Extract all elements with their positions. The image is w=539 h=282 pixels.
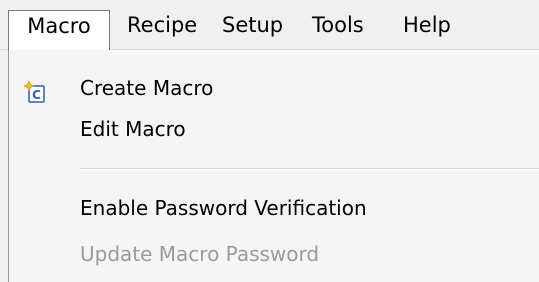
menu-bar: Macro Recipe Setup Tools Help <box>0 0 539 51</box>
menu-recipe[interactable]: Recipe <box>127 10 197 41</box>
menu-item-label: Create Macro <box>80 76 214 100</box>
menu-item-label: Edit Macro <box>80 117 186 141</box>
menu-item-edit-macro[interactable]: Edit Macro <box>9 109 539 149</box>
menu-item-label: Update Macro Password <box>80 242 320 266</box>
menu-item-label: Enable Password Verification <box>80 196 367 220</box>
menu-setup[interactable]: Setup <box>222 10 283 41</box>
menu-item-create-macro[interactable]: C Create Macro <box>9 68 539 108</box>
menu-tools[interactable]: Tools <box>312 10 364 41</box>
menu-help[interactable]: Help <box>403 10 451 41</box>
menu-separator <box>80 168 539 170</box>
svg-text:C: C <box>32 88 41 102</box>
window-edge <box>0 50 8 282</box>
menu-item-update-macro-password: Update Macro Password <box>9 234 539 274</box>
macro-dropdown-menu: C Create Macro Edit Macro Enable Passwor… <box>8 50 539 282</box>
create-macro-icon: C <box>23 77 47 103</box>
menu-macro[interactable]: Macro <box>8 10 110 51</box>
menu-item-enable-password-verification[interactable]: Enable Password Verification <box>9 188 539 228</box>
